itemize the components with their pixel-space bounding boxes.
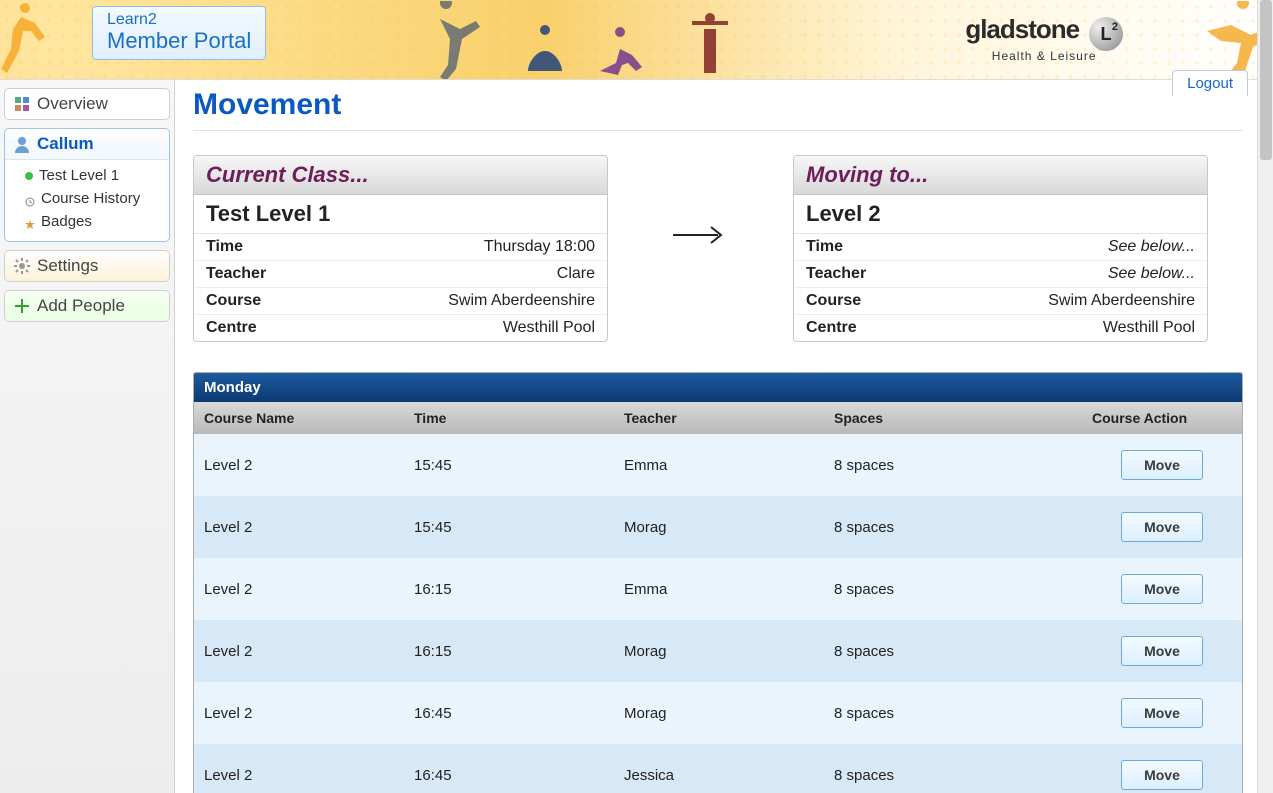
sidebar-settings[interactable]: Settings <box>5 251 169 281</box>
cell-time: 16:45 <box>404 682 614 744</box>
cell-spaces: 8 spaces <box>824 558 1082 620</box>
moving-to-panel: Moving to... Level 2 TimeSee below... Te… <box>793 155 1208 342</box>
stretch-icon <box>590 21 650 80</box>
move-button[interactable]: Move <box>1121 698 1203 728</box>
table-row: Level 216:15Emma8 spaces Move <box>194 558 1242 620</box>
page-title: Movement <box>193 88 1243 122</box>
cell-time: 16:15 <box>404 558 614 620</box>
logout-link[interactable]: Logout <box>1172 70 1248 96</box>
gear-icon <box>13 257 31 275</box>
cell-time: 15:45 <box>404 434 614 496</box>
cell-course-name: Level 2 <box>194 434 404 496</box>
col-action: Course Action <box>1082 402 1242 434</box>
scrollbar-thumb[interactable] <box>1260 0 1272 160</box>
col-course-name: Course Name <box>194 402 404 434</box>
table-row: Level 215:45Emma8 spaces Move <box>194 434 1242 496</box>
brand-tagline: Health & Leisure <box>965 49 1123 63</box>
cell-spaces: 8 spaces <box>824 496 1082 558</box>
divider <box>193 130 1243 131</box>
moving-to-heading: Moving to... <box>794 156 1207 195</box>
cell-time: 16:45 <box>404 744 614 793</box>
current-class-panel: Current Class... Test Level 1 TimeThursd… <box>193 155 608 342</box>
header-banner: Learn2 Member Portal gladstone L2 Health… <box>0 0 1273 80</box>
cell-course-name: Level 2 <box>194 682 404 744</box>
current-class-heading: Current Class... <box>194 156 607 195</box>
sidebar-item-course-history[interactable]: Course History <box>23 187 163 210</box>
cell-spaces: 8 spaces <box>824 620 1082 682</box>
cell-teacher: Morag <box>614 682 824 744</box>
schedule-panel: Monday Course Name Time Teacher Spaces C… <box>193 372 1243 793</box>
moving-to-title: Level 2 <box>794 195 1207 234</box>
brand-block: gladstone L2 Health & Leisure <box>965 14 1123 63</box>
sidebar-overview-label: Overview <box>37 94 108 114</box>
table-row: Level 216:45Jessica8 spaces Move <box>194 744 1242 793</box>
grid-icon <box>13 95 31 113</box>
col-spaces: Spaces <box>824 402 1082 434</box>
cell-time: 16:15 <box>404 620 614 682</box>
clock-icon <box>25 194 35 204</box>
sidebar: Overview Callum Test Level 1 Co <box>0 80 175 793</box>
sidebar-add-people-label: Add People <box>37 296 125 316</box>
schedule-day-header: Monday <box>194 373 1242 402</box>
cell-teacher: Morag <box>614 620 824 682</box>
col-time: Time <box>404 402 614 434</box>
move-button[interactable]: Move <box>1121 574 1203 604</box>
main-content: Movement Current Class... Test Level 1 T… <box>175 80 1273 793</box>
move-button[interactable]: Move <box>1121 512 1203 542</box>
sidebar-add-people[interactable]: Add People <box>5 291 169 321</box>
col-teacher: Teacher <box>614 402 824 434</box>
sidebar-item-badges[interactable]: Badges <box>23 210 163 233</box>
cell-course-name: Level 2 <box>194 744 404 793</box>
sidebar-user-name: Callum <box>37 134 94 154</box>
move-button[interactable]: Move <box>1121 636 1203 666</box>
arrow-right-icon <box>673 225 728 245</box>
sidebar-overview[interactable]: Overview <box>5 89 169 119</box>
cell-course-name: Level 2 <box>194 558 404 620</box>
cell-teacher: Jessica <box>614 744 824 793</box>
move-button[interactable]: Move <box>1121 450 1203 480</box>
cell-spaces: 8 spaces <box>824 434 1082 496</box>
sidebar-user-header[interactable]: Callum <box>5 129 169 160</box>
person-icon <box>13 135 31 153</box>
brand-name: gladstone <box>965 14 1079 44</box>
table-row: Level 215:45Morag8 spaces Move <box>194 496 1242 558</box>
move-button[interactable]: Move <box>1121 760 1203 790</box>
cell-spaces: 8 spaces <box>824 744 1082 793</box>
boxer-icon <box>420 1 490 80</box>
portal-logo: Learn2 Member Portal <box>92 6 266 60</box>
runner-icon <box>0 1 55 80</box>
cell-teacher: Emma <box>614 558 824 620</box>
yoga-icon <box>520 21 570 80</box>
cell-course-name: Level 2 <box>194 620 404 682</box>
table-row: Level 216:45Morag8 spaces Move <box>194 682 1242 744</box>
cell-spaces: 8 spaces <box>824 682 1082 744</box>
portal-logo-line2: Member Portal <box>107 29 251 53</box>
cell-teacher: Emma <box>614 434 824 496</box>
current-class-title: Test Level 1 <box>194 195 607 234</box>
sidebar-user-items: Test Level 1 Course History Badges <box>5 160 169 241</box>
sidebar-item-current-level[interactable]: Test Level 1 <box>23 164 163 187</box>
weightlift-icon <box>690 11 730 80</box>
sidebar-settings-label: Settings <box>37 256 98 276</box>
plus-icon <box>13 297 31 315</box>
cell-time: 15:45 <box>404 496 614 558</box>
arrow-between <box>608 155 793 245</box>
status-dot-icon <box>25 172 33 180</box>
brand-badge-icon: L2 <box>1089 17 1123 51</box>
schedule-table: Course Name Time Teacher Spaces Course A… <box>194 402 1242 793</box>
table-row: Level 216:15Morag8 spaces Move <box>194 620 1242 682</box>
cell-course-name: Level 2 <box>194 496 404 558</box>
badge-icon <box>25 217 35 227</box>
scrollbar[interactable] <box>1257 0 1273 793</box>
cell-teacher: Morag <box>614 496 824 558</box>
portal-logo-line1: Learn2 <box>107 11 251 29</box>
